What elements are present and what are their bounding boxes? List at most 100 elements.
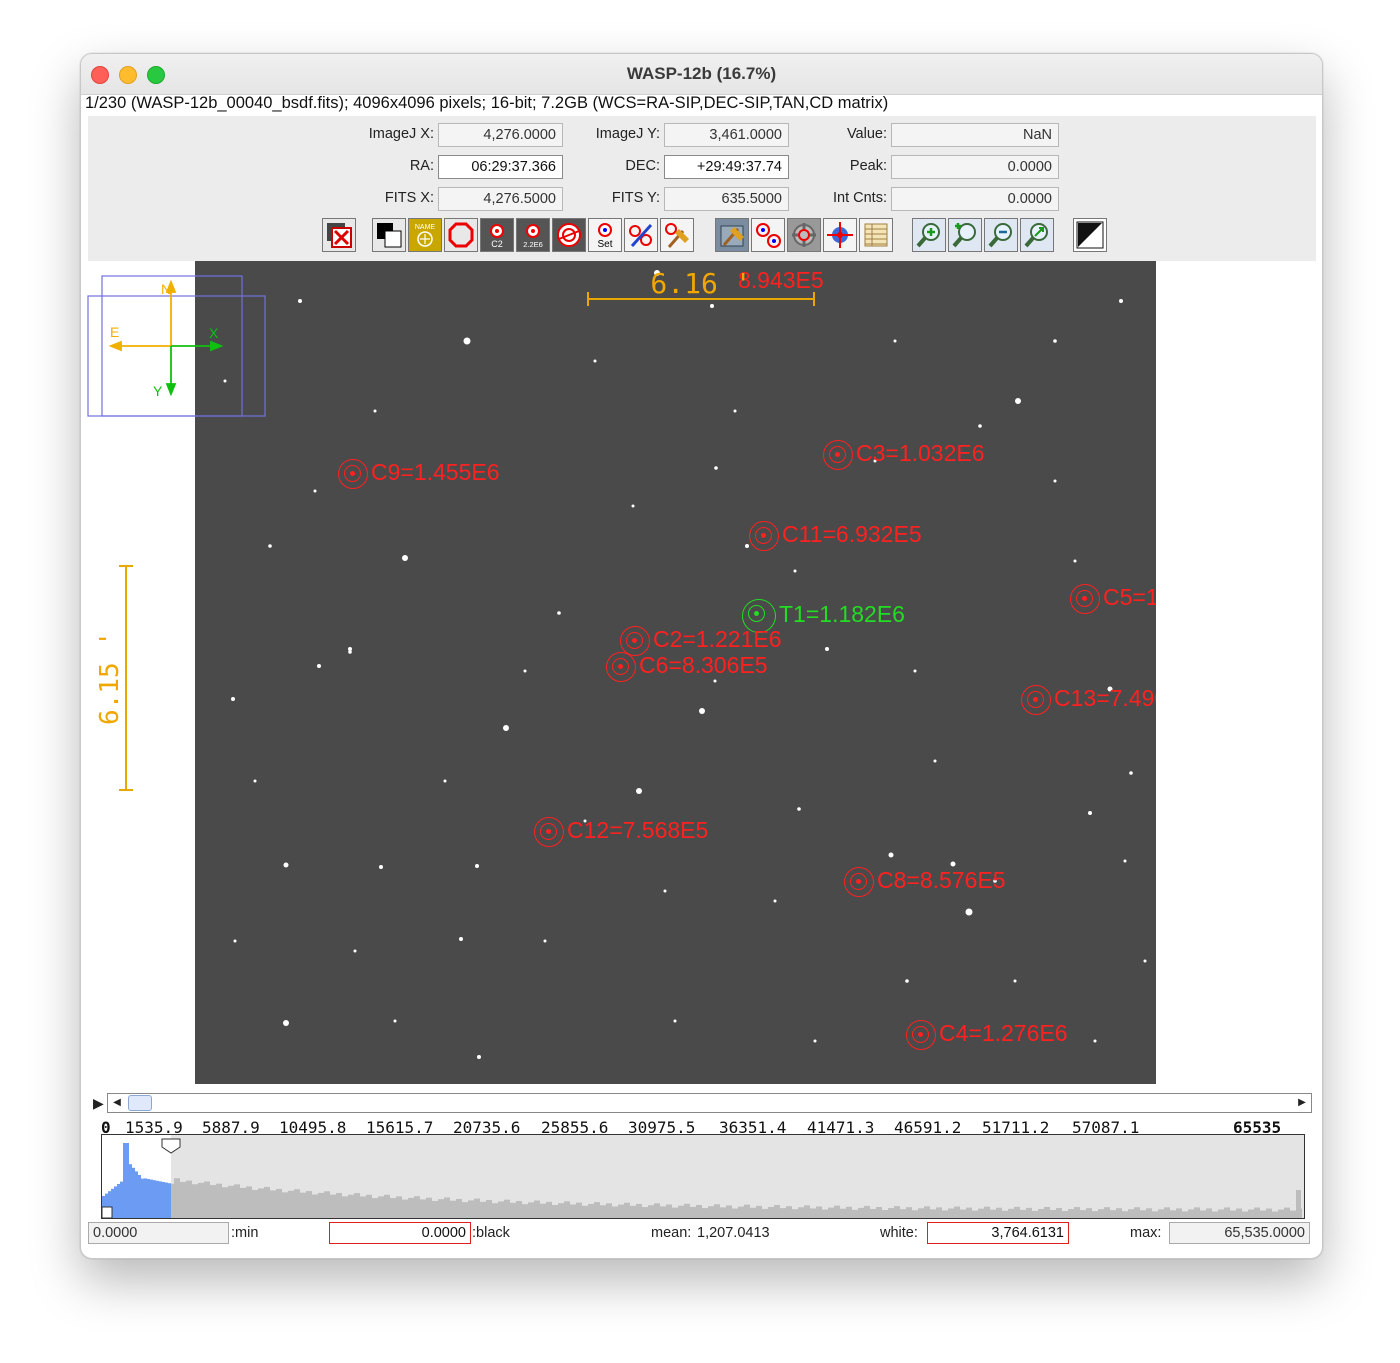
slice-slider-track[interactable]: ◀ ▶ — [107, 1093, 1312, 1113]
histogram-bar — [858, 1207, 864, 1218]
histogram-bar — [984, 1206, 990, 1218]
histogram-bar — [690, 1206, 696, 1218]
align-apertures-icon — [756, 223, 781, 248]
aperture-c11[interactable]: C11=6.932E5 — [749, 521, 922, 551]
histogram-bar — [828, 1207, 834, 1218]
black-level-handle[interactable] — [101, 1206, 113, 1219]
clear-overlay-button[interactable] — [322, 218, 356, 252]
play-icon[interactable]: ▶ — [93, 1095, 104, 1112]
histogram-bar — [516, 1201, 522, 1218]
histogram-bar — [408, 1197, 414, 1218]
crosshair-button[interactable] — [823, 218, 857, 252]
histogram-bar — [930, 1209, 936, 1218]
broom-table-icon — [720, 225, 744, 247]
slider-right-arrow-icon[interactable]: ▶ — [1293, 1094, 1311, 1112]
aperture-c12[interactable]: C12=7.568E5 — [534, 817, 708, 847]
histogram-bar — [171, 1183, 174, 1218]
title-bar[interactable]: WASP-12b (16.7%) — [81, 54, 1322, 95]
histogram-panel[interactable] — [101, 1134, 1305, 1219]
histogram-bar — [990, 1209, 996, 1218]
zoom-in-button[interactable] — [912, 218, 946, 252]
aperture-c13[interactable]: C13=7.490E5 — [1021, 685, 1156, 715]
histogram-bar — [1236, 1208, 1242, 1218]
slice-slider[interactable]: ▶ ◀ ▶ — [93, 1093, 1312, 1113]
histogram-bar — [642, 1207, 648, 1218]
histogram-bar — [1146, 1208, 1152, 1218]
histogram-bar — [648, 1205, 654, 1218]
histogram-bar — [282, 1192, 288, 1218]
show-label-button[interactable]: C2 — [480, 218, 514, 252]
aperture-label: C5=1.334E6 — [1103, 584, 1156, 611]
show-value-button[interactable]: 2.2E6 — [516, 218, 550, 252]
histogram-bar — [900, 1209, 906, 1218]
histogram-bar — [528, 1202, 534, 1218]
dec-field[interactable]: +29:49:37.74 — [664, 155, 789, 179]
histogram-bar — [234, 1184, 240, 1218]
histogram-bar — [372, 1198, 378, 1218]
histogram-bar — [570, 1204, 576, 1218]
zoom-out-button[interactable] — [984, 218, 1018, 252]
fits-image-canvas[interactable]: 8.943E5 C9=1.455E6 C3=1.032E6 C11=6.932E… — [195, 261, 1156, 1084]
aperture-label: C9=1.455E6 — [371, 459, 500, 486]
aperture-c6[interactable]: C6=8.306E5 — [606, 652, 768, 682]
histogram-bar — [798, 1207, 804, 1218]
slider-left-arrow-icon[interactable]: ◀ — [108, 1094, 126, 1112]
histogram-bar — [936, 1207, 942, 1218]
histogram-bar — [1224, 1207, 1230, 1218]
histogram-bar — [714, 1204, 720, 1218]
histogram-bar — [696, 1205, 702, 1218]
histogram-bar — [480, 1201, 486, 1218]
invert-display-button[interactable] — [372, 218, 406, 252]
set-aperture-button[interactable]: Set — [588, 218, 622, 252]
ra-field[interactable]: 06:29:37.366 — [438, 155, 563, 179]
aperture-label: C8=8.576E5 — [877, 867, 1006, 894]
gear-icon — [792, 223, 816, 247]
multi-aperture-button[interactable] — [624, 218, 658, 252]
histogram-bar — [780, 1208, 786, 1218]
align-apertures-button[interactable] — [751, 218, 785, 252]
histogram-bar — [744, 1204, 750, 1218]
histogram-bar — [1020, 1209, 1026, 1218]
histogram-bar — [462, 1202, 468, 1218]
aperture-name-icon: NAME — [415, 224, 435, 247]
compass-e: E — [110, 324, 119, 340]
aperture-value-icon: 2.2E6 — [523, 224, 543, 249]
aperture-c5[interactable]: C5=1.334E6 — [1070, 584, 1156, 614]
histogram-bar — [750, 1207, 756, 1218]
compass-n: N — [161, 281, 171, 297]
histogram-bar — [1134, 1207, 1140, 1218]
white-field[interactable]: 3,764.6131 — [927, 1222, 1069, 1244]
show-name-button[interactable]: NAME — [408, 218, 442, 252]
histogram-bar — [354, 1193, 360, 1218]
min-field[interactable]: 0.0000 — [88, 1222, 229, 1244]
broom-apertures-button[interactable] — [660, 218, 694, 252]
gear-apertures-button[interactable] — [787, 218, 821, 252]
aperture-c3[interactable]: C3=1.032E6 — [823, 440, 985, 470]
histogram-bar — [588, 1203, 594, 1218]
histogram-bar — [1086, 1208, 1092, 1218]
clear-table-button[interactable] — [715, 218, 749, 252]
sky-annulus-button[interactable] — [552, 218, 586, 252]
histogram-bar — [198, 1182, 204, 1218]
contrast-icon — [1076, 221, 1104, 249]
histogram-bar — [336, 1193, 342, 1218]
histogram-bar — [402, 1199, 408, 1218]
aperture-c8[interactable]: C8=8.576E5 — [844, 867, 1006, 897]
zoom-fit-button[interactable] — [1020, 218, 1054, 252]
imagej-y-field: 3,461.0000 — [664, 123, 789, 147]
aperture-shape-button[interactable] — [444, 218, 478, 252]
measurements-table-button[interactable] — [859, 218, 893, 252]
fits-x-field: 4,276.5000 — [438, 187, 563, 211]
aperture-ring-icon — [844, 867, 874, 897]
contrast-button[interactable] — [1073, 218, 1107, 252]
aperture-c4[interactable]: C4=1.276E6 — [906, 1020, 1068, 1050]
histogram-bar — [270, 1190, 276, 1218]
histogram-bar — [864, 1205, 870, 1218]
max-field[interactable]: 65,535.0000 — [1169, 1222, 1310, 1244]
slice-slider-thumb[interactable] — [128, 1095, 152, 1111]
black-field[interactable]: 0.0000 — [329, 1222, 471, 1244]
zoom-in-plus-button[interactable] — [948, 218, 982, 252]
histogram-bar — [540, 1203, 546, 1218]
aperture-top[interactable]: 8.943E5 — [655, 267, 824, 297]
aperture-c9[interactable]: C9=1.455E6 — [338, 459, 500, 489]
